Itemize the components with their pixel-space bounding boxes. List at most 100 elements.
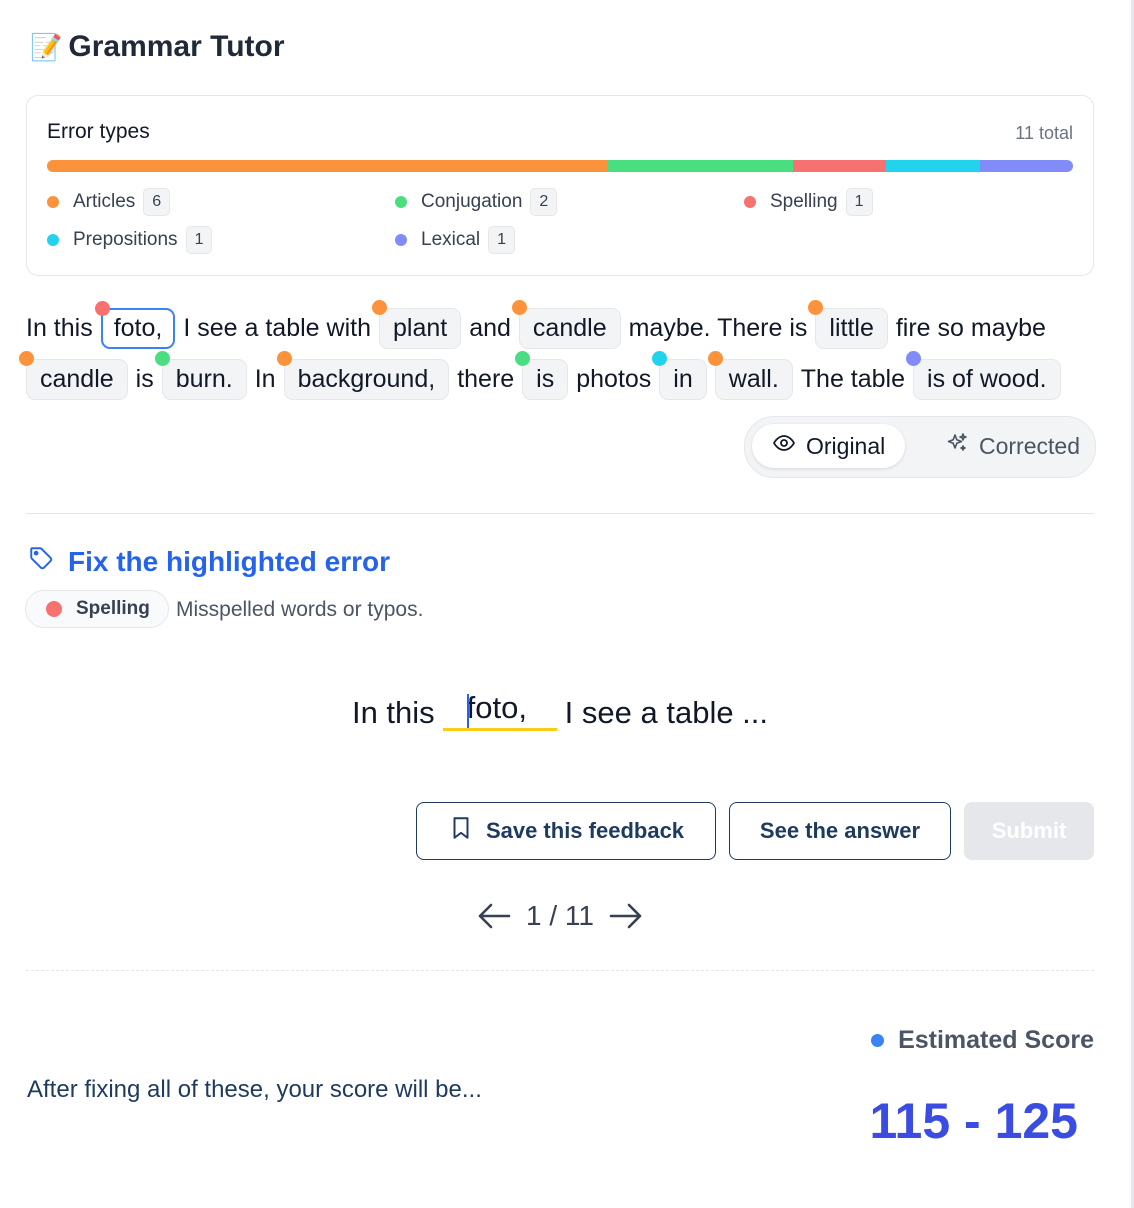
previous-arrow-icon[interactable] — [476, 902, 512, 930]
estimated-score-label: Estimated Score — [871, 1026, 1094, 1055]
app-title-text: Grammar Tutor — [68, 30, 285, 63]
articles-error-dot — [276, 350, 292, 366]
legend-count: 1 — [185, 226, 213, 254]
legend-item-prepositions: Prepositions 1 — [47, 226, 213, 254]
articles-dot — [47, 196, 59, 208]
error-chip-text: is of wood. — [927, 364, 1047, 393]
legend-count: 2 — [530, 188, 558, 216]
spelling-dot — [744, 196, 756, 208]
legend-count: 6 — [143, 188, 171, 216]
error-chip-articles[interactable]: candle — [19, 350, 128, 400]
prepositions-dot — [47, 234, 59, 246]
error-types-card: Error types 11 total Articles 6 Conjugat… — [26, 95, 1094, 276]
eye-icon — [772, 431, 796, 461]
legend-item-lexical: Lexical 1 — [395, 226, 516, 254]
legend-label: Spelling — [770, 191, 838, 212]
error-chip-articles[interactable]: little — [808, 299, 888, 349]
bar-segment-conjugation — [606, 160, 794, 172]
error-chip-conjugation[interactable]: burn. — [154, 350, 247, 400]
error-chip-text: in — [673, 364, 693, 393]
fix-heading: Fix the highlighted error — [28, 545, 390, 578]
essay-text-segment: there — [457, 364, 515, 393]
error-chip-text: wall. — [728, 364, 779, 393]
sentence-after: I see a table ... — [564, 695, 769, 730]
spelling-error-dot — [94, 300, 110, 316]
conjugation-error-dot — [154, 350, 170, 366]
correction-input[interactable]: foto, — [442, 690, 557, 731]
error-chip-prepositions[interactable]: in — [652, 350, 707, 400]
submit-button[interactable]: Submit — [964, 802, 1094, 860]
memo-icon: 📝 — [30, 31, 63, 62]
essay-text-segment: maybe. There is — [628, 313, 808, 342]
error-chip-lexical[interactable]: is of wood. — [906, 350, 1061, 400]
original-label: Original — [806, 432, 886, 459]
next-arrow-icon[interactable] — [608, 902, 644, 930]
corrected-toggle-button[interactable]: Corrected — [925, 424, 1100, 468]
save-feedback-label: Save this feedback — [485, 818, 685, 843]
score-note: After fixing all of these, your score wi… — [27, 1076, 482, 1103]
sentence-before: In this — [351, 695, 435, 730]
sparkles-icon — [945, 431, 969, 461]
lexical-error-dot — [906, 350, 922, 366]
original-toggle-button[interactable]: Original — [752, 424, 906, 468]
error-chip-text: plant — [392, 313, 448, 342]
error-chip-text: little — [829, 313, 874, 342]
corrected-label: Corrected — [979, 432, 1080, 459]
error-chip-text: burn. — [175, 364, 233, 393]
essay-text-segment: and — [469, 313, 511, 342]
legend-label: Lexical — [421, 229, 481, 250]
essay-text-segment: fire so maybe — [895, 313, 1046, 342]
error-chip-conjugation[interactable]: is — [515, 350, 569, 400]
tag-icon — [28, 545, 54, 578]
conjugation-dot — [395, 196, 407, 208]
error-chip-text: candle — [40, 364, 114, 393]
error-category-badge: Spelling — [25, 590, 169, 628]
essay-text-segment: I see a table with — [183, 313, 371, 342]
error-chip-articles[interactable]: wall. — [707, 350, 793, 400]
error-chip-text: candle — [532, 313, 607, 342]
error-chip-text: foto, — [113, 313, 163, 342]
save-feedback-button[interactable]: Save this feedback — [416, 802, 716, 860]
legend-label: Conjugation — [421, 191, 523, 212]
prepositions-error-dot — [652, 350, 668, 366]
app-title: 📝 Grammar Tutor — [30, 30, 285, 64]
articles-error-dot — [19, 350, 34, 366]
see-answer-button[interactable]: See the answer — [729, 802, 951, 860]
legend-label: Prepositions — [73, 229, 178, 250]
category-description: Misspelled words or typos. — [176, 598, 424, 621]
error-chip-articles[interactable]: plant — [371, 299, 462, 349]
correction-input-value: foto, — [466, 690, 527, 725]
category-label: Spelling — [76, 598, 150, 619]
error-types-title: Error types — [47, 120, 150, 143]
bar-segment-lexical — [979, 160, 1073, 172]
error-chip-text: is — [536, 364, 555, 393]
estimated-score-value: 115 - 125 — [869, 1093, 1078, 1149]
submit-label: Submit — [991, 818, 1067, 843]
legend-count: 1 — [488, 226, 516, 254]
error-chip-articles[interactable]: candle — [511, 299, 621, 349]
view-toggle: Original Corrected — [744, 416, 1096, 478]
section-divider — [26, 513, 1094, 514]
legend-item-spelling: Spelling 1 — [744, 188, 873, 216]
see-answer-label: See the answer — [759, 818, 921, 843]
essay-line: candle is burn. In background, there is photos i… — [19, 350, 1069, 401]
legend-label: Articles — [73, 191, 136, 212]
error-chip-text: background, — [297, 364, 436, 393]
essay-text-segment: photos — [576, 364, 652, 393]
essay-text-segment: is — [135, 364, 154, 393]
bookmark-icon — [448, 815, 474, 847]
essay-text-segment: In this — [26, 313, 93, 342]
error-chip-spelling[interactable]: foto, — [94, 300, 176, 349]
error-chip-articles[interactable]: background, — [276, 350, 450, 400]
estimated-score-text: Estimated Score — [898, 1026, 1094, 1054]
essay-line: In this foto, I see a table with plant and ca… — [26, 299, 1054, 350]
essay-text-segment: The table — [800, 364, 906, 393]
lexical-dot — [395, 234, 407, 246]
articles-error-dot — [371, 299, 387, 315]
legend-item-articles: Articles 6 — [47, 188, 171, 216]
pager-position: 1 / 11 — [526, 900, 594, 931]
bar-segment-articles — [47, 160, 607, 172]
legend-count: 1 — [845, 188, 873, 216]
articles-error-dot — [808, 299, 824, 315]
conjugation-error-dot — [515, 350, 531, 366]
